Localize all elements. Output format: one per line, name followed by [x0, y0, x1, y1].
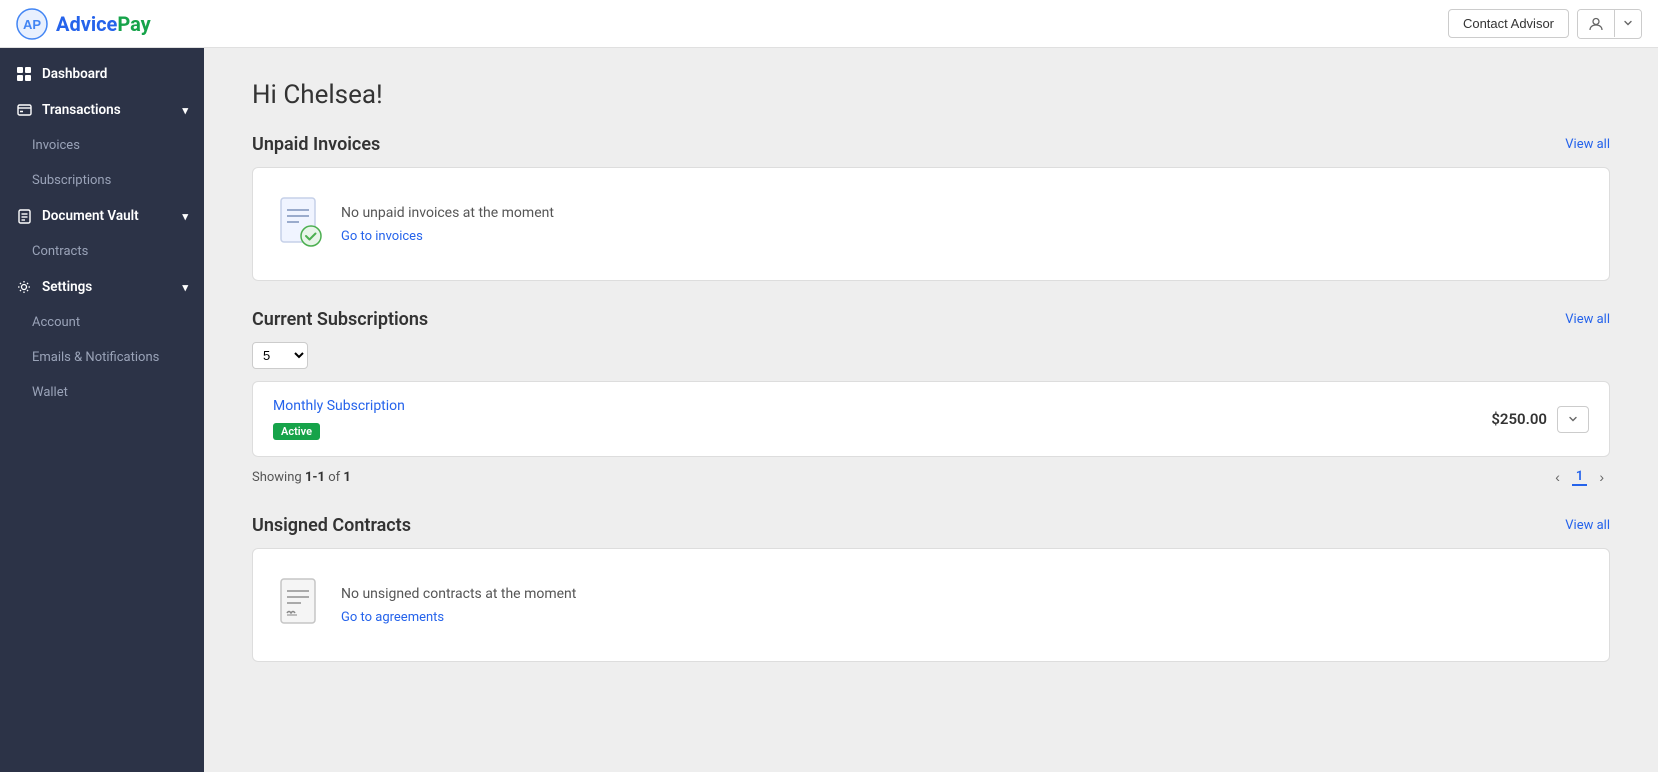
unpaid-invoices-view-all[interactable]: View all: [1565, 137, 1610, 152]
sidebar-contracts-label: Contracts: [32, 244, 88, 259]
logo-icon: AP: [16, 8, 48, 40]
svg-text:AP: AP: [23, 17, 41, 32]
unsigned-contracts-empty-text: No unsigned contracts at the moment: [341, 586, 576, 602]
header-right: Contact Advisor: [1448, 9, 1642, 39]
pagination-controls: ‹ 1 ›: [1549, 467, 1610, 487]
sidebar-item-wallet[interactable]: Wallet: [0, 375, 204, 410]
unpaid-invoices-empty-content: No unpaid invoices at the moment Go to i…: [341, 205, 554, 244]
contracts-empty-icon: [277, 577, 325, 633]
sidebar-invoices-label: Invoices: [32, 138, 80, 153]
active-badge: Active: [273, 423, 320, 440]
user-dropdown-caret[interactable]: [1614, 10, 1641, 37]
per-page-control: 5 10 25: [252, 342, 1610, 369]
unsigned-contracts-card: No unsigned contracts at the moment Go t…: [252, 548, 1610, 662]
unsigned-contracts-empty-content: No unsigned contracts at the moment Go t…: [341, 586, 576, 625]
grid-icon: [16, 66, 32, 82]
subscription-action-button[interactable]: [1557, 406, 1589, 433]
unpaid-invoices-empty-text: No unpaid invoices at the moment: [341, 205, 554, 221]
chevron-down-icon: [1623, 18, 1633, 28]
sidebar-subscriptions-label: Subscriptions: [32, 173, 111, 188]
showing-total: 1: [343, 470, 350, 485]
logo-text: AdvicePay: [56, 12, 151, 36]
per-page-select[interactable]: 5 10 25: [252, 342, 308, 369]
main-content: Hi Chelsea! Unpaid Invoices View all No …: [204, 48, 1658, 772]
invoice-empty-icon: [277, 196, 325, 252]
unsigned-contracts-title: Unsigned Contracts: [252, 515, 411, 536]
sidebar-item-emails-notifications[interactable]: Emails & Notifications: [0, 340, 204, 375]
unpaid-invoices-title: Unpaid Invoices: [252, 134, 380, 155]
sidebar-document-vault-label: Document Vault: [42, 208, 139, 224]
go-to-invoices-link[interactable]: Go to invoices: [341, 229, 423, 244]
chevron-down-icon: [1568, 414, 1578, 424]
pagination: Showing 1-1 of 1 ‹ 1 ›: [252, 467, 1610, 487]
go-to-agreements-link[interactable]: Go to agreements: [341, 610, 444, 625]
unpaid-invoices-header: Unpaid Invoices View all: [252, 134, 1610, 155]
sidebar-dashboard-label: Dashboard: [42, 66, 107, 82]
subscription-amount: $250.00: [1491, 410, 1547, 428]
sidebar-item-contracts[interactable]: Contracts: [0, 234, 204, 269]
sidebar-transactions-label: Transactions: [42, 102, 121, 118]
header: AP AdvicePay Contact Advisor: [0, 0, 1658, 48]
next-page-button[interactable]: ›: [1593, 467, 1610, 487]
current-page: 1: [1572, 469, 1587, 486]
sidebar-item-invoices[interactable]: Invoices: [0, 128, 204, 163]
sidebar: Dashboard Transactions ▾ Invoices Subscr…: [0, 48, 204, 772]
subscriptions-view-all[interactable]: View all: [1565, 312, 1610, 327]
subscriptions-title: Current Subscriptions: [252, 309, 428, 330]
showing-text: Showing 1-1 of 1: [252, 470, 351, 485]
unsigned-contracts-section: Unsigned Contracts View all No unsigned …: [252, 515, 1610, 662]
sidebar-item-dashboard[interactable]: Dashboard: [0, 56, 204, 92]
prev-page-button[interactable]: ‹: [1549, 467, 1566, 487]
sidebar-item-account[interactable]: Account: [0, 305, 204, 340]
subscription-name[interactable]: Monthly Subscription: [273, 398, 405, 414]
document-vault-chevron: ▾: [182, 210, 188, 223]
settings-chevron: ▾: [182, 281, 188, 294]
gear-icon: [16, 279, 32, 295]
user-icon: [1588, 16, 1604, 32]
file-icon: [16, 208, 32, 224]
credit-card-icon: [16, 102, 32, 118]
subscriptions-header: Current Subscriptions View all: [252, 309, 1610, 330]
unpaid-invoices-card: No unpaid invoices at the moment Go to i…: [252, 167, 1610, 281]
sidebar-item-settings[interactable]: Settings ▾: [0, 269, 204, 305]
unpaid-invoices-section: Unpaid Invoices View all No unpaid invoi…: [252, 134, 1610, 281]
sidebar-item-transactions[interactable]: Transactions ▾: [0, 92, 204, 128]
user-dropdown: [1577, 9, 1642, 39]
unsigned-contracts-header: Unsigned Contracts View all: [252, 515, 1610, 536]
greeting: Hi Chelsea!: [252, 80, 1610, 110]
sidebar-item-document-vault[interactable]: Document Vault ▾: [0, 198, 204, 234]
user-icon-button[interactable]: [1578, 10, 1614, 38]
transactions-chevron: ▾: [182, 104, 188, 117]
subscription-row: Monthly Subscription Active $250.00: [252, 381, 1610, 457]
current-subscriptions-section: Current Subscriptions View all 5 10 25 M…: [252, 309, 1610, 487]
showing-range: 1-1: [305, 470, 325, 485]
subscription-right: $250.00: [1491, 406, 1589, 433]
logo: AP AdvicePay: [16, 8, 151, 40]
sidebar-account-label: Account: [32, 315, 80, 330]
subscription-left: Monthly Subscription Active: [273, 398, 405, 440]
sidebar-settings-label: Settings: [42, 279, 92, 295]
sidebar-wallet-label: Wallet: [32, 385, 68, 400]
sidebar-emails-label: Emails & Notifications: [32, 350, 159, 365]
contact-advisor-button[interactable]: Contact Advisor: [1448, 9, 1569, 38]
unsigned-contracts-view-all[interactable]: View all: [1565, 518, 1610, 533]
sidebar-item-subscriptions[interactable]: Subscriptions: [0, 163, 204, 198]
